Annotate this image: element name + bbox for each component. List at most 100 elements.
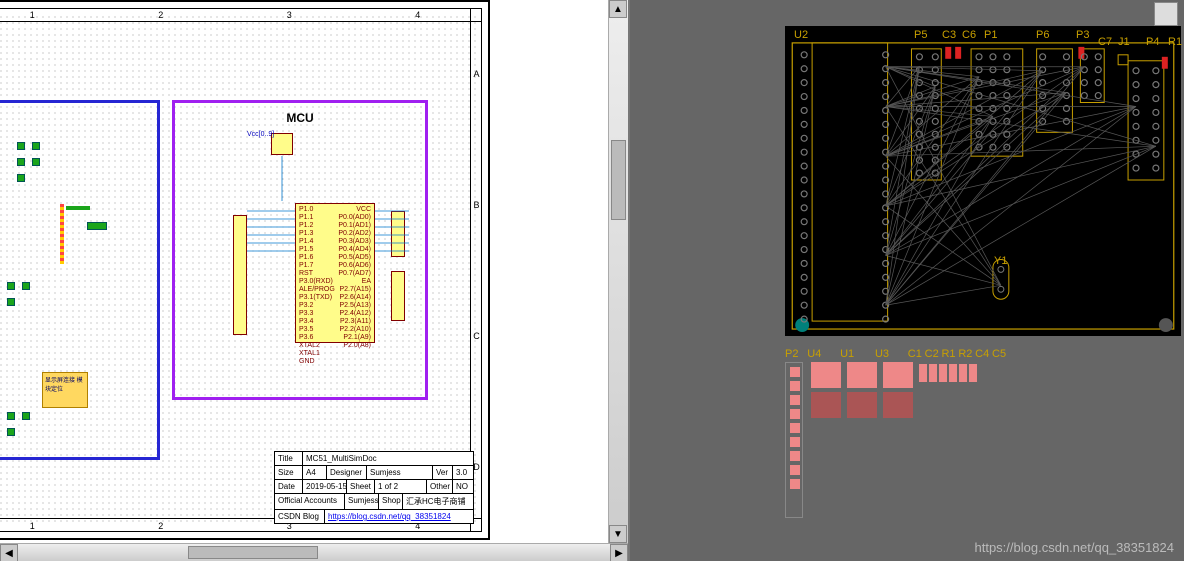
tb-title-val: MC51_MultiSimDoc [303, 452, 473, 465]
tb-size-hdr: Size [275, 466, 303, 479]
pad-icon[interactable] [7, 412, 15, 420]
refdes[interactable]: C3 [942, 29, 956, 41]
sch-scrollbar-vertical[interactable]: ▲ ▼ [608, 0, 628, 543]
tb-size-val: A4 [303, 466, 327, 479]
ruler-row: D [473, 462, 480, 472]
footprint-r1[interactable] [939, 364, 947, 382]
refdes[interactable]: R2 [958, 348, 972, 360]
pcb-board[interactable]: U2 P5 C3 C6 P1 P6 P3 C7 J1 P4 R1 Y1 [785, 26, 1181, 336]
refdes[interactable]: P6 [1036, 29, 1049, 41]
footprint-c5[interactable] [969, 364, 977, 382]
ruler-top: 1 2 3 4 [0, 8, 482, 22]
sch-scrollbar-horizontal[interactable]: ◀ ▶ [0, 543, 628, 561]
footprint-u1b[interactable] [847, 392, 877, 418]
refdes[interactable]: Y1 [994, 255, 1007, 267]
tb-ver-val: 3.0 [453, 466, 473, 479]
tb-sheet-val: 1 of 2 [375, 480, 427, 493]
footprint-u3[interactable] [883, 362, 913, 388]
scroll-up-icon[interactable]: ▲ [609, 0, 627, 18]
pad-icon[interactable] [32, 158, 40, 166]
ruler-col: 4 [415, 10, 420, 20]
footprint-c2[interactable] [929, 364, 937, 382]
footprint-c1[interactable] [919, 364, 927, 382]
tb-other-val: NO [453, 480, 473, 493]
tb-shop-val: 汇承HC电子商铺 [403, 494, 473, 509]
refdes[interactable]: J1 [1118, 36, 1130, 48]
resistor-array[interactable] [60, 204, 64, 264]
tb-blog-hdr: CSDN Blog [275, 510, 325, 523]
ruler-row: A [473, 69, 479, 79]
tb-designer-hdr: Designer [327, 466, 367, 479]
note-text: 显示屏连接 模块定位 [45, 378, 83, 393]
tb-title-hdr: Title [275, 452, 303, 465]
pane-splitter[interactable] [630, 0, 640, 561]
pad-icon[interactable] [17, 174, 25, 182]
footprint-c4[interactable] [959, 364, 967, 382]
schematic-sheet[interactable]: 1 2 3 4 1 2 3 4 A B C D A B C D [0, 0, 490, 540]
pad-icon[interactable] [22, 282, 30, 290]
refdes[interactable]: C2 [925, 348, 939, 360]
ruler-col: 3 [287, 10, 292, 20]
tb-other-hdr: Other [427, 480, 453, 493]
pcb-area: U2 P5 C3 C6 P1 P6 P3 C7 J1 P4 R1 Y1 P2 U… [640, 0, 1184, 561]
footprint-r2[interactable] [949, 364, 957, 382]
refdes[interactable]: U3 [875, 348, 889, 360]
app-root: 1 2 3 4 1 2 3 4 A B C D A B C D [0, 0, 1184, 561]
component-block[interactable] [66, 206, 90, 210]
scroll-thumb-h[interactable] [188, 546, 318, 559]
refdes[interactable]: C1 [908, 348, 922, 360]
footprint-p2[interactable] [785, 362, 803, 518]
pad-icon[interactable] [7, 298, 15, 306]
refdes[interactable]: C6 [962, 29, 976, 41]
pad-icon[interactable] [7, 428, 15, 436]
ruler-col: 1 [30, 521, 35, 531]
refdes[interactable]: R1 [941, 348, 955, 360]
refdes[interactable]: U2 [794, 29, 808, 41]
tb-ver-hdr: Ver [433, 466, 453, 479]
scroll-right-icon[interactable]: ▶ [610, 544, 628, 561]
tb-acr-val: Sumjess [345, 494, 379, 509]
unplaced-area[interactable]: P2 U4 U1 U3 C1 C2 R1 R2 C4 C5 [785, 348, 1012, 522]
schematic-pane[interactable]: 1 2 3 4 1 2 3 4 A B C D A B C D [0, 0, 630, 561]
scroll-down-icon[interactable]: ▼ [609, 525, 627, 543]
tb-date-val: 2019-05-15 [303, 480, 347, 493]
tb-acr-hdr: Official Accounts [275, 494, 345, 509]
ruler-col: 1 [30, 10, 35, 20]
right-connector-2[interactable] [391, 271, 405, 321]
refdes[interactable]: P2 [785, 348, 798, 360]
wire-net [175, 103, 475, 253]
title-block: Title MC51_MultiSimDoc Size A4 Designer … [274, 451, 474, 524]
refdes[interactable]: P5 [914, 29, 927, 41]
ruler-col: 2 [158, 521, 163, 531]
refdes[interactable]: P3 [1076, 29, 1089, 41]
pcb-pane[interactable]: U2 P5 C3 C6 P1 P6 P3 C7 J1 P4 R1 Y1 P2 U… [640, 0, 1184, 561]
mcu-section[interactable]: MCU Vcc[0..9] P1.0VCCP1.1P0.0(AD0)P1.2P0… [172, 100, 428, 400]
refdes[interactable]: C7 [1098, 36, 1112, 48]
refdes[interactable]: R1 [1168, 36, 1182, 48]
pad-icon[interactable] [17, 158, 25, 166]
pad-icon[interactable] [32, 142, 40, 150]
pad-icon[interactable] [17, 142, 25, 150]
refdes[interactable]: P4 [1146, 36, 1159, 48]
note-block[interactable]: 显示屏连接 模块定位 [42, 372, 88, 408]
refdes[interactable]: U1 [840, 348, 854, 360]
ruler-row: C [473, 331, 480, 341]
scroll-thumb-v[interactable] [611, 140, 626, 220]
pcb-corner-button[interactable] [1154, 2, 1178, 26]
tb-sheet-hdr: Sheet [347, 480, 375, 493]
footprint-u1[interactable] [847, 362, 877, 388]
pad-icon[interactable] [22, 412, 30, 420]
refdes[interactable]: C4 [975, 348, 989, 360]
pad-icon[interactable] [87, 222, 107, 230]
footprint-u4b[interactable] [811, 392, 841, 418]
tb-date-hdr: Date [275, 480, 303, 493]
tb-designer-val: Sumjess [367, 466, 433, 479]
refdes[interactable]: C5 [992, 348, 1006, 360]
refdes[interactable]: P1 [984, 29, 997, 41]
refdes[interactable]: U4 [807, 348, 821, 360]
pad-icon[interactable] [7, 282, 15, 290]
footprint-u3b[interactable] [883, 392, 913, 418]
scroll-left-icon[interactable]: ◀ [0, 544, 18, 561]
tb-blog-link[interactable]: https://blog.csdn.net/qq_38351824 [325, 510, 473, 523]
footprint-u4[interactable] [811, 362, 841, 388]
